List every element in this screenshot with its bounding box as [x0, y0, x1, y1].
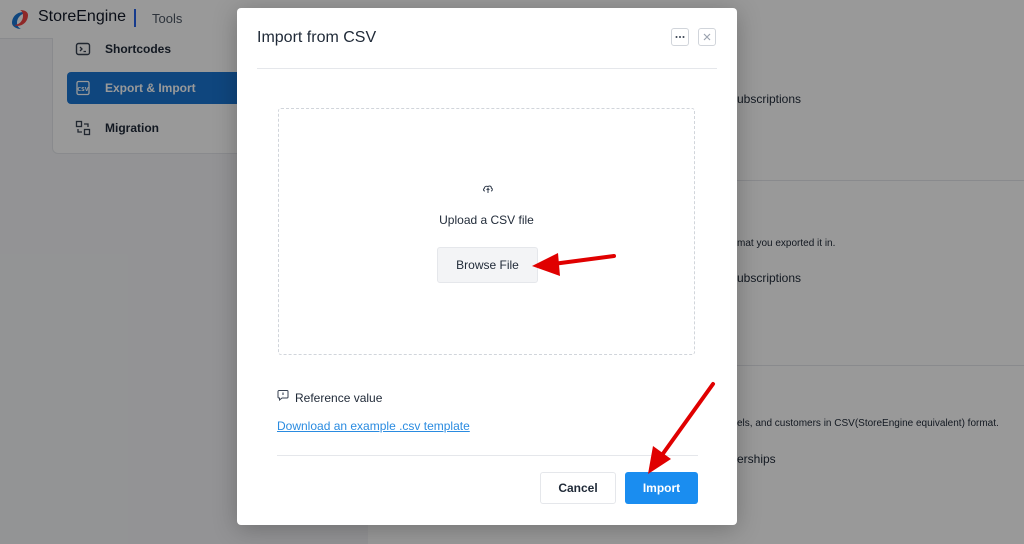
file-dropzone[interactable]: Upload a CSV file Browse File [278, 108, 695, 355]
import-csv-modal: Import from CSV Upload a CSV file Browse… [237, 8, 737, 525]
modal-title: Import from CSV [257, 29, 377, 46]
download-template-link[interactable]: Download an example .csv template [277, 419, 470, 433]
upload-label: Upload a CSV file [439, 213, 534, 227]
footer-divider [277, 455, 698, 456]
cancel-button[interactable]: Cancel [540, 472, 616, 504]
reference-value-label: Reference value [295, 391, 383, 405]
ellipsis-icon [675, 36, 685, 38]
browse-file-button[interactable]: Browse File [437, 247, 538, 283]
more-options-button[interactable] [671, 28, 689, 46]
cloud-upload-icon [483, 185, 493, 193]
close-button[interactable] [698, 28, 716, 46]
close-icon [703, 33, 711, 41]
import-button[interactable]: Import [625, 472, 698, 504]
message-info-icon [277, 390, 289, 401]
modal-divider [257, 68, 717, 69]
